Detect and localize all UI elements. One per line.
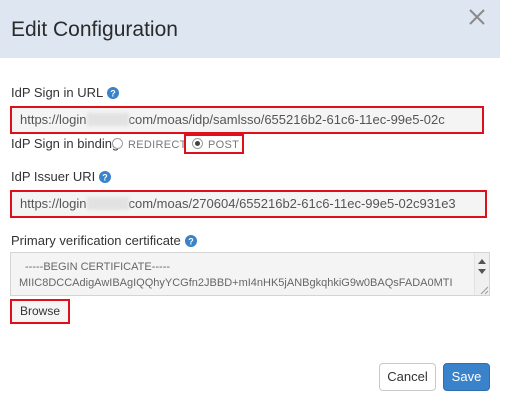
issuer-uri-label-text: IdP Issuer URI bbox=[11, 169, 96, 184]
binding-label: IdP Sign in binding bbox=[11, 136, 120, 151]
issuer-uri-suffix: com/moas/270604/655216b2-61c6-11ec-99e5-… bbox=[128, 196, 456, 211]
scroll-up-icon[interactable] bbox=[478, 259, 486, 264]
redacted-domain-mask bbox=[86, 197, 129, 210]
question-circle-icon[interactable]: ? bbox=[184, 235, 197, 247]
binding-row: IdP Sign in binding REDIRECT POST bbox=[11, 134, 251, 154]
binding-option-redirect[interactable]: REDIRECT bbox=[112, 138, 187, 151]
browse-button[interactable]: Browse bbox=[10, 299, 70, 324]
question-circle-icon[interactable]: ? bbox=[107, 87, 120, 99]
certificate-line-1: -----BEGIN CERTIFICATE----- bbox=[25, 261, 171, 273]
post-label: POST bbox=[208, 139, 240, 151]
dialog-title: Edit Configuration bbox=[11, 18, 178, 41]
svg-text:?: ? bbox=[111, 89, 117, 99]
save-button[interactable]: Save bbox=[443, 363, 490, 391]
sign-in-url-suffix: com/moas/idp/samlsso/655216b2-61c6-11ec-… bbox=[128, 112, 445, 127]
binding-option-post[interactable]: POST bbox=[192, 138, 239, 151]
certificate-label-text: Primary verification certificate bbox=[11, 233, 181, 248]
redirect-radio[interactable] bbox=[112, 138, 123, 149]
certificate-textarea[interactable]: -----BEGIN CERTIFICATE----- MIIC8DCCAdig… bbox=[10, 252, 490, 296]
question-circle-icon[interactable]: ? bbox=[99, 171, 112, 183]
svg-text:?: ? bbox=[103, 173, 109, 183]
close-icon[interactable] bbox=[468, 8, 486, 26]
sign-in-url-prefix: https://login bbox=[20, 112, 87, 127]
certificate-line-2: MIIC8DCCAdigAwIBAgIQQhyYCGfn2JBBD+mI4nHK… bbox=[19, 277, 453, 289]
certificate-label: Primary verification certificate? bbox=[11, 233, 197, 248]
sign-in-url-input[interactable]: https://login com/moas/idp/samlsso/655216… bbox=[10, 106, 484, 134]
issuer-uri-input[interactable]: https://login com/moas/270604/655216b2-61… bbox=[10, 190, 487, 218]
redacted-domain-mask bbox=[86, 113, 129, 126]
dialog-header: Edit Configuration bbox=[0, 0, 500, 58]
issuer-uri-prefix: https://login bbox=[20, 196, 87, 211]
issuer-uri-label: IdP Issuer URI? bbox=[11, 169, 112, 184]
redirect-label: REDIRECT bbox=[128, 139, 187, 151]
svg-text:?: ? bbox=[188, 237, 194, 247]
scroll-down-icon[interactable] bbox=[478, 269, 486, 274]
resize-grip-icon[interactable] bbox=[477, 285, 489, 295]
edit-configuration-dialog: Edit Configuration IdP Sign in URL? http… bbox=[0, 0, 500, 402]
sign-in-url-label: IdP Sign in URL? bbox=[11, 85, 120, 100]
sign-in-url-label-text: IdP Sign in URL bbox=[11, 85, 104, 100]
post-radio[interactable] bbox=[192, 138, 203, 149]
cancel-button[interactable]: Cancel bbox=[379, 363, 436, 391]
